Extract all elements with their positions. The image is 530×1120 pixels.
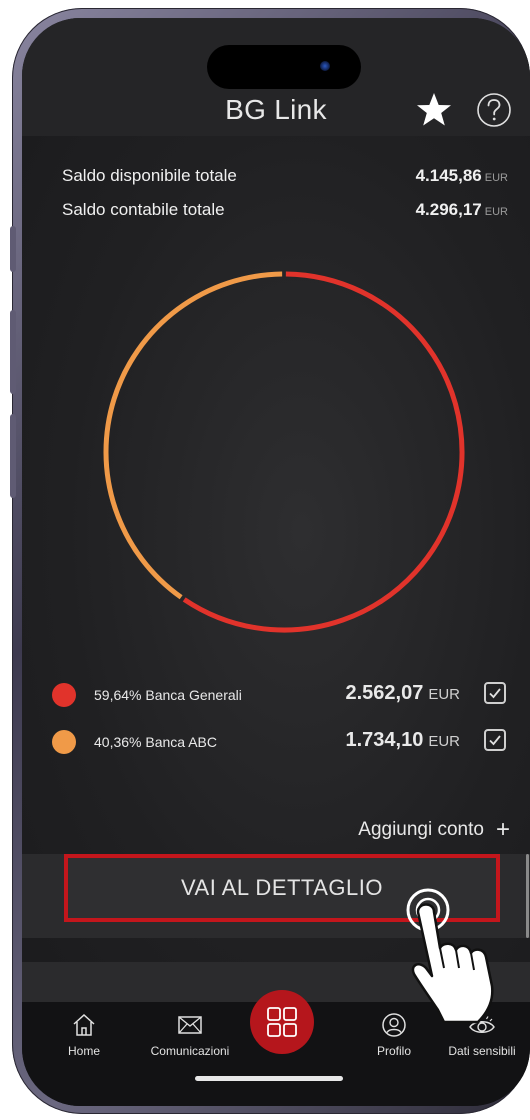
account-row-banca-generali[interactable]: 59,64% Banca Generali 2.562,07 EUR	[52, 681, 512, 711]
home-indicator	[195, 1076, 343, 1081]
accounting-balance-row: Saldo contabile totale 4.296,17 EUR	[62, 200, 508, 220]
donut-slice-banca-abc	[103, 271, 283, 600]
phone-volume-down	[10, 414, 16, 498]
scrollbar[interactable]	[526, 854, 529, 938]
pointer-hand-icon	[406, 888, 494, 1024]
available-balance-value: 4.145,86	[415, 166, 482, 185]
account-amount: 2.562,07 EUR	[345, 682, 460, 704]
help-icon[interactable]	[476, 92, 512, 128]
account-amount: 1.734,10 EUR	[345, 729, 460, 751]
legend-dot-banca-abc	[52, 730, 76, 754]
check-icon	[489, 688, 501, 699]
plus-icon: +	[495, 816, 510, 843]
available-balance-row: Saldo disponibile totale 4.145,86 EUR	[62, 166, 508, 186]
tab-home[interactable]: Home	[36, 1012, 132, 1058]
legend-label: 59,64% Banca Generali	[94, 687, 242, 703]
check-icon	[489, 735, 501, 746]
home-icon	[73, 1013, 95, 1036]
phone-volume-up	[10, 310, 16, 394]
accounting-balance-value: 4.296,17	[415, 200, 482, 219]
app-header: BG Link	[22, 18, 530, 136]
tab-communications[interactable]: Comunicazioni	[142, 1012, 238, 1058]
accounting-balance-currency: EUR	[484, 206, 508, 218]
legend-dot-banca-generali	[52, 683, 76, 707]
phone-side-button	[10, 226, 16, 272]
envelope-icon	[178, 1016, 202, 1034]
dynamic-island	[207, 45, 361, 89]
add-account-link[interactable]: Aggiungi conto +	[358, 816, 510, 844]
account-checkbox-banca-abc[interactable]	[484, 729, 506, 751]
grid-icon	[267, 1007, 297, 1037]
accounting-balance-label: Saldo contabile totale	[62, 200, 225, 219]
star-icon[interactable]	[414, 90, 454, 130]
balance-donut-chart	[103, 271, 465, 633]
tab-dashboard[interactable]	[250, 990, 314, 1054]
available-balance-label: Saldo disponibile totale	[62, 166, 237, 185]
available-balance-currency: EUR	[484, 172, 508, 184]
donut-slice-banca-generali	[182, 271, 465, 633]
camera-icon	[320, 61, 330, 71]
account-row-banca-abc[interactable]: 40,36% Banca ABC 1.734,10 EUR	[52, 728, 512, 758]
account-checkbox-banca-generali[interactable]	[484, 682, 506, 704]
legend-label: 40,36% Banca ABC	[94, 734, 217, 750]
app-screen: BG Link Saldo disponibile totale 4.145,8…	[22, 18, 530, 1106]
